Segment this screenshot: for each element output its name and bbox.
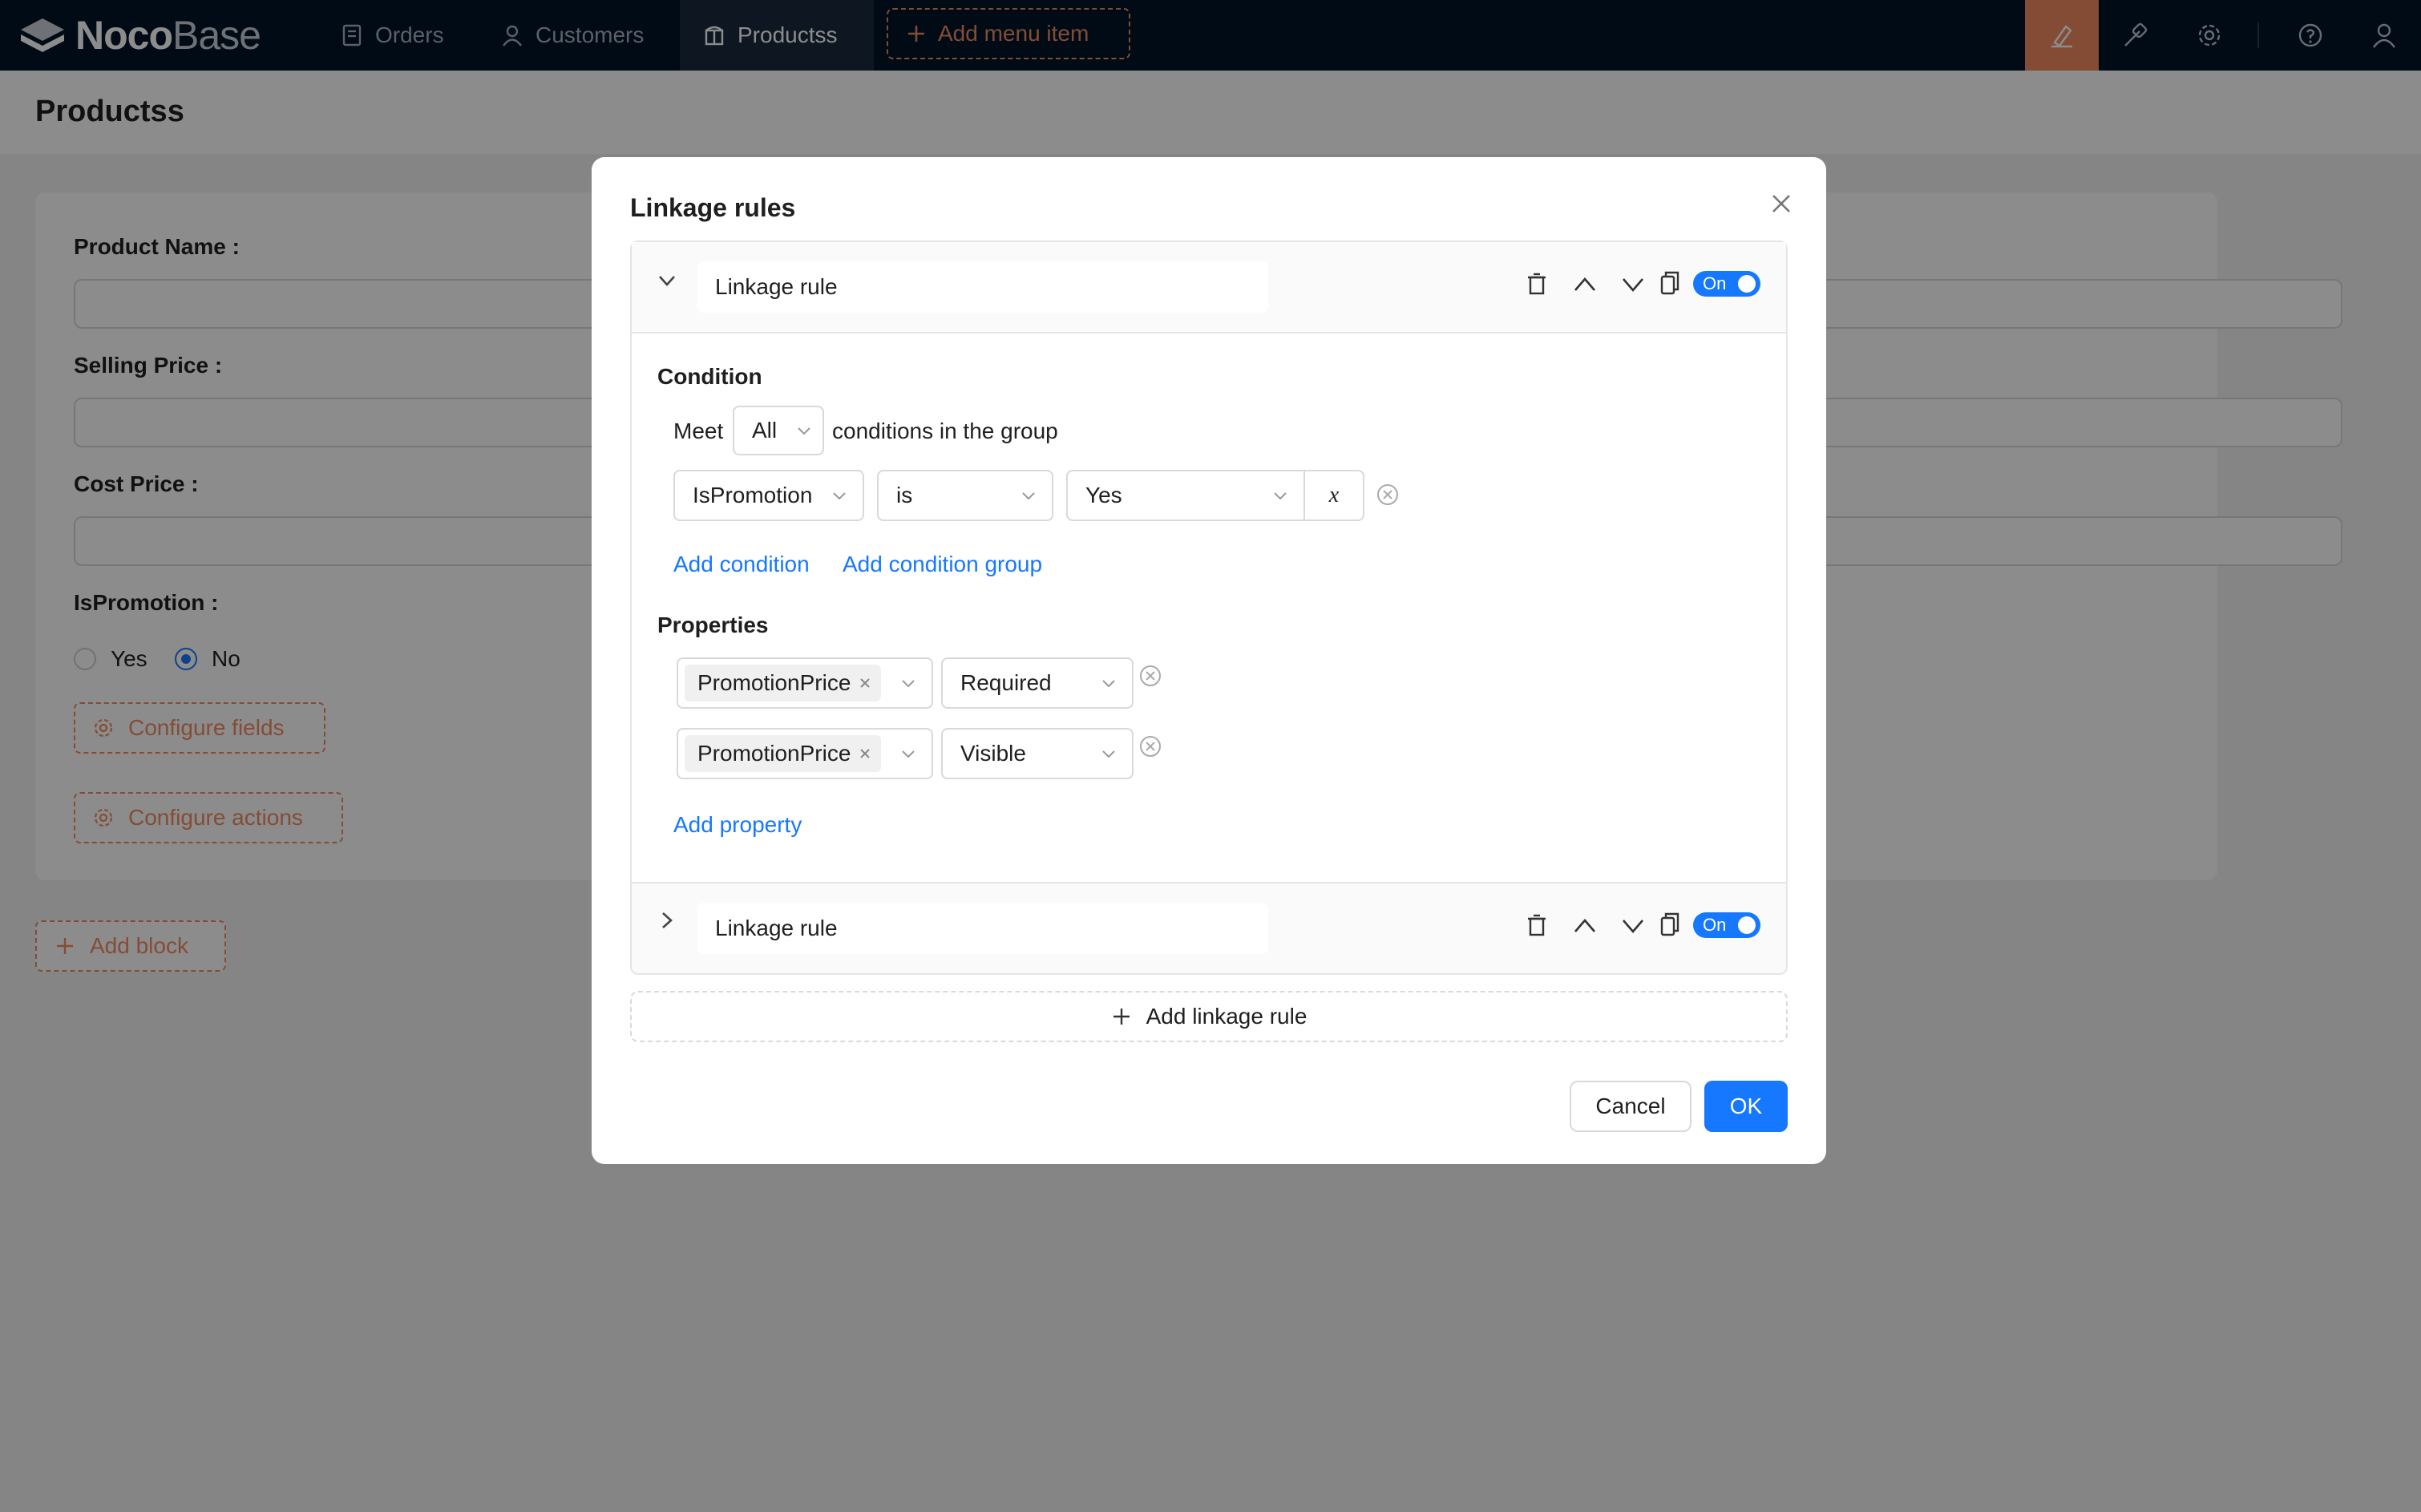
ok-label: OK <box>1729 1094 1763 1118</box>
close-icon[interactable] <box>859 747 871 760</box>
rule-1-move-up-button[interactable] <box>1571 271 1599 298</box>
close-circle-icon <box>1376 483 1400 507</box>
select-value: is <box>896 483 913 507</box>
rule-1-name-input[interactable]: Linkage rule <box>697 261 1268 313</box>
remove-property-button[interactable] <box>1138 664 1162 688</box>
tag-label: PromotionPrice <box>697 741 851 766</box>
rule-2-expand-toggle[interactable] <box>656 909 678 932</box>
rule-1-enabled-toggle[interactable]: On <box>1693 271 1760 297</box>
add-condition-group-link[interactable]: Add condition group <box>843 552 1042 577</box>
chevron-up-icon <box>1571 912 1599 940</box>
toggle-knob <box>1738 275 1756 293</box>
select-value: All <box>752 418 778 443</box>
rule-name-text: Linkage rule <box>715 274 838 299</box>
variable-icon: x <box>1328 483 1340 507</box>
close-circle-icon <box>1138 664 1162 688</box>
chevron-down-icon <box>656 269 678 292</box>
select-value: Yes <box>1085 483 1122 507</box>
plus-icon <box>1111 1006 1132 1027</box>
chevron-down-icon <box>1271 487 1289 504</box>
linkage-rules-list <box>630 241 1788 975</box>
chevron-right-icon <box>656 909 678 932</box>
variable-picker-button[interactable]: x <box>1303 470 1364 521</box>
remove-property-button[interactable] <box>1138 734 1162 758</box>
cancel-button[interactable]: Cancel <box>1570 1081 1691 1132</box>
close-icon <box>1770 192 1793 215</box>
chevron-down-icon <box>1100 674 1118 692</box>
copy-icon <box>1656 269 1683 297</box>
select-value: Required <box>960 670 1052 695</box>
rule-2-copy-button[interactable] <box>1656 911 1683 938</box>
chevron-up-icon <box>1571 271 1599 298</box>
add-linkage-rule-label: Add linkage rule <box>1146 1004 1308 1029</box>
rule-1-delete-button[interactable] <box>1523 271 1550 298</box>
toggle-knob <box>1738 916 1756 934</box>
rule-2-enabled-toggle[interactable]: On <box>1693 912 1760 938</box>
condition-field-select[interactable]: IsPromotion <box>673 470 864 521</box>
rule-name-text: Linkage rule <box>715 916 838 940</box>
cancel-label: Cancel <box>1595 1094 1666 1118</box>
meet-suffix: conditions in the group <box>832 418 1058 443</box>
field-tag: PromotionPrice <box>685 735 882 772</box>
close-circle-icon <box>1138 734 1162 758</box>
chevron-down-icon <box>1100 745 1118 762</box>
remove-condition-button[interactable] <box>1376 483 1400 507</box>
add-condition-link[interactable]: Add condition <box>673 552 810 577</box>
add-property-link[interactable]: Add property <box>673 812 802 838</box>
meet-prefix: Meet <box>673 418 724 443</box>
properties-section-label: Properties <box>657 612 769 637</box>
rule-2-name-input[interactable]: Linkage rule <box>697 903 1268 954</box>
chevron-down-icon <box>795 422 813 439</box>
condition-value-select[interactable]: Yes <box>1066 470 1305 521</box>
rule-1-copy-button[interactable] <box>1656 269 1683 297</box>
ok-button[interactable]: OK <box>1704 1081 1788 1132</box>
divider <box>632 332 1786 334</box>
modal-title: Linkage rules <box>630 193 796 222</box>
add-linkage-rule-button[interactable]: Add linkage rule <box>630 991 1788 1042</box>
rule-2-move-down-button[interactable] <box>1619 912 1647 940</box>
condition-operator-select[interactable]: is <box>877 470 1053 521</box>
tag-label: PromotionPrice <box>697 670 851 695</box>
select-value: Visible <box>960 741 1026 766</box>
rule-2-move-up-button[interactable] <box>1571 912 1599 940</box>
toggle-label: On <box>1703 273 1727 293</box>
property-1-field-select[interactable]: PromotionPrice <box>677 657 933 709</box>
close-icon[interactable] <box>859 677 871 689</box>
trash-icon <box>1523 912 1550 940</box>
property-1-action-select[interactable]: Required <box>941 657 1134 709</box>
chevron-down-icon <box>831 487 848 504</box>
property-2-action-select[interactable]: Visible <box>941 728 1134 779</box>
select-value: IsPromotion <box>693 483 813 507</box>
modal-close-button[interactable] <box>1765 188 1797 220</box>
toggle-label: On <box>1703 915 1727 935</box>
chevron-down-icon <box>1619 912 1647 940</box>
rule-1-move-down-button[interactable] <box>1619 271 1647 298</box>
chevron-down-icon <box>899 674 917 692</box>
meet-logic-select[interactable]: All <box>733 406 824 455</box>
chevron-down-icon <box>899 745 917 762</box>
condition-section-label: Condition <box>657 364 762 389</box>
rule-2-delete-button[interactable] <box>1523 912 1550 940</box>
property-2-field-select[interactable]: PromotionPrice <box>677 728 933 779</box>
chevron-down-icon <box>1020 487 1037 504</box>
field-tag: PromotionPrice <box>685 665 882 701</box>
copy-icon <box>1656 911 1683 938</box>
trash-icon <box>1523 271 1550 298</box>
rule-1-collapse-toggle[interactable] <box>656 269 678 292</box>
chevron-down-icon <box>1619 271 1647 298</box>
